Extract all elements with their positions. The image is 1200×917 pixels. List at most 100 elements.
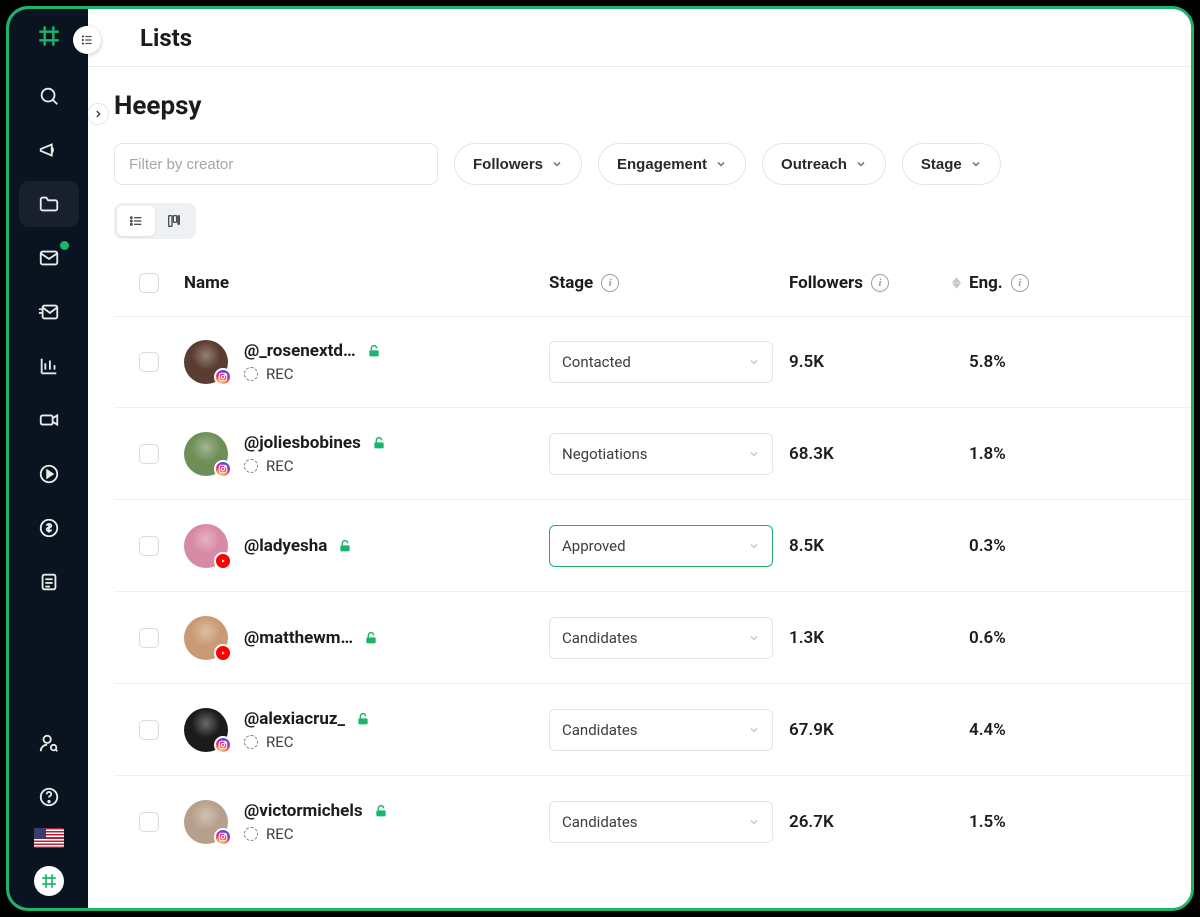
megaphone-icon xyxy=(38,139,60,161)
stage-select[interactable]: Candidates xyxy=(549,709,773,751)
rec-status: REC xyxy=(244,825,389,843)
locale-flag-us[interactable] xyxy=(34,828,64,848)
table-row: @ladyesha Approved 8.5K 0.3% xyxy=(114,500,1191,592)
instagram-icon xyxy=(218,372,228,382)
platform-badge-yt xyxy=(214,552,232,570)
creator[interactable]: @_rosenextd… REC xyxy=(184,340,549,384)
avatar-wrap xyxy=(184,432,228,476)
creator-handle: @alexiacruz_ xyxy=(244,709,345,729)
unlock-icon xyxy=(373,803,389,819)
nav-lists[interactable] xyxy=(19,181,79,227)
creator[interactable]: @joliesbobines REC xyxy=(184,432,549,476)
rec-dot-icon xyxy=(244,735,258,749)
row-checkbox[interactable] xyxy=(139,536,159,556)
filter-followers-button[interactable]: Followers xyxy=(454,143,582,185)
name-line: @_rosenextd… xyxy=(244,341,382,361)
filter-outreach-button[interactable]: Outreach xyxy=(762,143,886,185)
nav-reports[interactable] xyxy=(19,559,79,605)
rec-status: REC xyxy=(244,733,371,751)
eng-cell: 1.5% xyxy=(969,812,1099,832)
sidebar-collapse-button[interactable] xyxy=(73,26,101,54)
sort-caret[interactable] xyxy=(951,275,961,291)
info-icon[interactable]: i xyxy=(1011,274,1029,292)
creator[interactable]: @matthewm… xyxy=(184,616,549,660)
col-name-header[interactable]: Name xyxy=(184,273,549,293)
view-list-button[interactable] xyxy=(117,206,155,236)
row-checkbox[interactable] xyxy=(139,720,159,740)
youtube-icon xyxy=(218,648,228,658)
nav-inbox[interactable] xyxy=(19,235,79,281)
nav-search[interactable] xyxy=(19,73,79,119)
stage-select[interactable]: Approved xyxy=(549,525,773,567)
youtube-icon xyxy=(218,556,228,566)
row-checkbox-cell xyxy=(114,628,184,648)
hash-icon xyxy=(36,23,62,49)
list-view-icon xyxy=(128,213,144,229)
help-circle-icon xyxy=(38,786,60,808)
hash-icon xyxy=(40,872,58,890)
creator[interactable]: @alexiacruz_ REC xyxy=(184,708,549,752)
name-line: @ladyesha xyxy=(244,536,353,556)
info-icon[interactable]: i xyxy=(871,274,889,292)
eng-value: 0.3% xyxy=(969,536,1006,556)
unlock-icon xyxy=(366,343,382,359)
stage-select[interactable]: Candidates xyxy=(549,617,773,659)
avatar-wrap xyxy=(184,616,228,660)
col-followers-header[interactable]: Followers i xyxy=(789,273,969,293)
stage-select[interactable]: Candidates xyxy=(549,801,773,843)
platform-badge-ig xyxy=(214,736,232,754)
select-all-checkbox[interactable] xyxy=(139,273,159,293)
list-title: Heepsy xyxy=(114,91,1191,121)
nav-play[interactable] xyxy=(19,451,79,497)
creator[interactable]: @ladyesha xyxy=(184,524,549,568)
unlock-icon xyxy=(371,435,387,451)
rec-status: REC xyxy=(244,365,382,383)
eng-cell: 5.8% xyxy=(969,352,1099,372)
creator-cell: @ladyesha xyxy=(184,524,549,568)
filter-creator-input[interactable] xyxy=(114,143,438,185)
nav-outreach[interactable] xyxy=(19,289,79,335)
row-checkbox[interactable] xyxy=(139,444,159,464)
nav-payments[interactable] xyxy=(19,505,79,551)
row-checkbox-cell xyxy=(114,444,184,464)
view-kanban-button[interactable] xyxy=(155,206,193,236)
stage-select[interactable]: Negotiations xyxy=(549,433,773,475)
unlock-icon xyxy=(337,538,353,554)
nav-media[interactable] xyxy=(19,397,79,443)
stage-select[interactable]: Contacted xyxy=(549,341,773,383)
col-stage-header[interactable]: Stage i xyxy=(549,273,789,293)
nav-analytics[interactable] xyxy=(19,343,79,389)
col-eng-header[interactable]: Eng. i xyxy=(969,273,1099,293)
creator-cell: @victormichels REC xyxy=(184,800,549,844)
followers-cell: 1.3K xyxy=(789,628,969,648)
platform-badge-ig xyxy=(214,460,232,478)
panel-expand-button[interactable] xyxy=(88,103,109,125)
row-checkbox[interactable] xyxy=(139,352,159,372)
creator[interactable]: @victormichels REC xyxy=(184,800,549,844)
nav-users[interactable] xyxy=(19,720,79,766)
filter-engagement-button[interactable]: Engagement xyxy=(598,143,746,185)
platform-badge-ig xyxy=(214,368,232,386)
followers-value: 9.5K xyxy=(789,352,824,372)
clipboard-icon xyxy=(38,571,60,593)
row-checkbox[interactable] xyxy=(139,812,159,832)
chevron-down-icon xyxy=(748,816,760,828)
nav-help[interactable] xyxy=(19,774,79,820)
info-icon[interactable]: i xyxy=(601,274,619,292)
name-block: @joliesbobines REC xyxy=(244,433,387,475)
sidebar-bottom xyxy=(19,720,79,908)
page-section-title: Lists xyxy=(140,24,192,52)
unlock-icon xyxy=(363,630,379,646)
nav-campaigns[interactable] xyxy=(19,127,79,173)
page-body: Heepsy Followers Engagement Outreach xyxy=(88,67,1191,868)
row-checkbox[interactable] xyxy=(139,628,159,648)
stage-value: Negotiations xyxy=(562,445,647,463)
filter-row: Followers Engagement Outreach Stage xyxy=(114,143,1191,185)
brand-avatar[interactable] xyxy=(34,866,64,896)
creator-cell: @matthewm… xyxy=(184,616,549,660)
filter-stage-button[interactable]: Stage xyxy=(902,143,1001,185)
filter-label: Outreach xyxy=(781,156,847,173)
unlock-icon xyxy=(355,711,371,727)
stage-cell: Candidates xyxy=(549,801,789,843)
filter-label: Stage xyxy=(921,156,962,173)
